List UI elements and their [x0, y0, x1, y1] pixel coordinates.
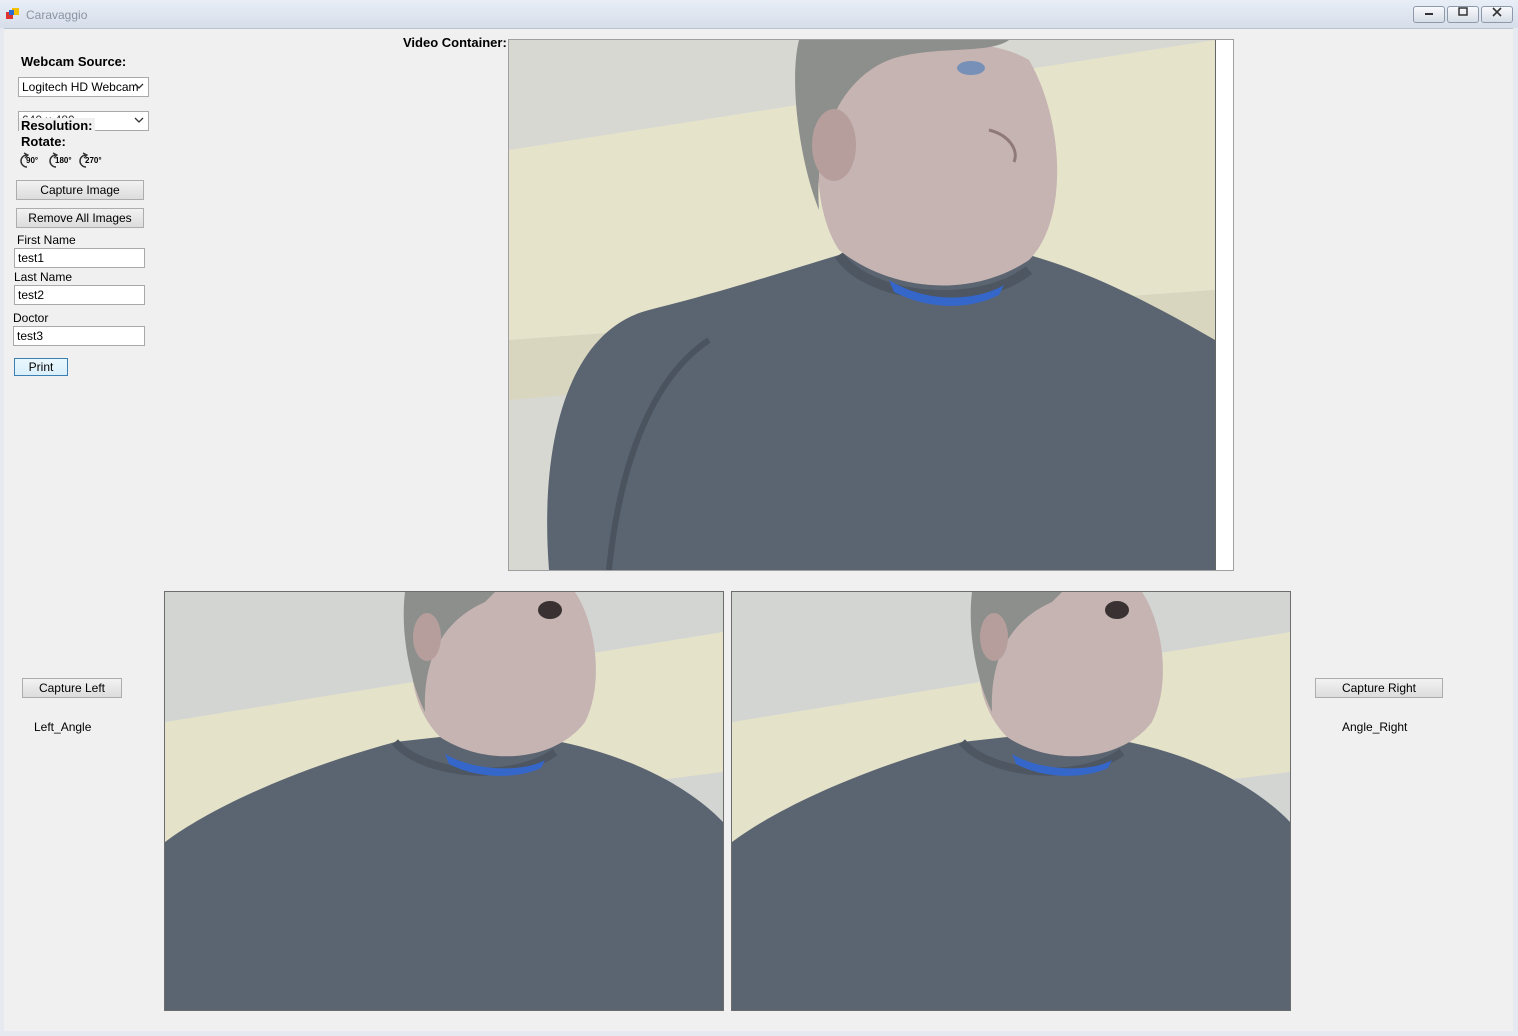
last-name-label: Last Name — [14, 270, 73, 284]
minimize-button[interactable] — [1413, 6, 1445, 23]
right-capture-image — [731, 591, 1291, 1011]
doctor-field[interactable] — [13, 326, 145, 346]
left-capture-photo — [165, 592, 723, 1010]
webcam-source-select[interactable]: Logitech HD Webcam — [18, 77, 149, 97]
chevron-down-icon — [134, 117, 144, 123]
rotate-270-label: 270° — [85, 156, 102, 165]
rotate-180-button[interactable]: 180° — [47, 151, 72, 169]
window-title: Caravaggio — [26, 8, 88, 22]
resolution-label: Resolution: — [19, 118, 95, 133]
webcam-source-value: Logitech HD Webcam — [22, 80, 139, 94]
rotate-270-button[interactable]: 270° — [77, 151, 102, 169]
window-frame-right — [1513, 28, 1518, 1036]
video-container — [508, 39, 1234, 571]
angle-right-label: Angle_Right — [1342, 720, 1408, 734]
title-bar: Caravaggio — [0, 0, 1518, 29]
close-icon — [1492, 7, 1502, 17]
video-container-label: Video Container: — [403, 35, 507, 50]
minimize-icon — [1425, 13, 1433, 15]
webcam-source-label: Webcam Source: — [21, 54, 127, 69]
remove-all-images-button[interactable]: Remove All Images — [16, 208, 144, 228]
doctor-label: Doctor — [13, 311, 49, 325]
live-video-frame — [509, 40, 1216, 570]
last-name-field[interactable] — [14, 285, 145, 305]
right-capture-photo — [732, 592, 1290, 1010]
capture-image-button[interactable]: Capture Image — [16, 180, 144, 200]
first-name-label: First Name — [17, 233, 76, 247]
maximize-button[interactable] — [1447, 6, 1479, 23]
rotate-90-button[interactable]: 90° — [18, 151, 42, 169]
restore-icon — [1458, 7, 1468, 16]
rotate-label: Rotate: — [21, 134, 66, 149]
rotate-90-label: 90° — [26, 156, 39, 165]
left-capture-image — [164, 591, 724, 1011]
left-angle-label: Left_Angle — [34, 720, 92, 734]
rotate-180-label: 180° — [55, 156, 72, 165]
capture-left-button[interactable]: Capture Left — [22, 678, 122, 698]
window-frame-left — [0, 28, 4, 1036]
capture-right-button[interactable]: Capture Right — [1315, 678, 1443, 698]
close-button[interactable] — [1481, 6, 1513, 23]
app-icon — [6, 8, 19, 19]
print-button[interactable]: Print — [14, 358, 68, 376]
window-frame-bottom — [0, 1031, 1518, 1036]
chevron-down-icon — [134, 83, 144, 89]
first-name-field[interactable] — [14, 248, 145, 268]
